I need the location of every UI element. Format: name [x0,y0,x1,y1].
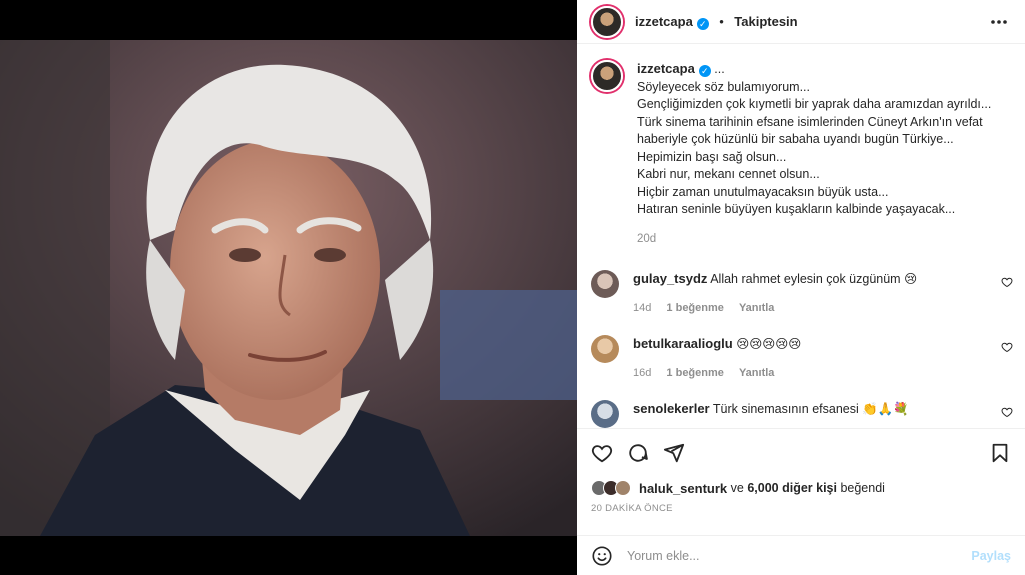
comment-time[interactable]: 14d [633,302,651,314]
caption-username[interactable]: izzetcapa [637,61,695,76]
post-actions: haluk_senturk ve 6,000 diğer kişi beğend… [577,428,1025,517]
reply-button[interactable]: Yanıtla [739,302,774,314]
caption-avatar[interactable] [591,60,623,92]
caption-time[interactable]: 20d [637,231,1011,249]
post-photo[interactable] [0,40,577,536]
comment-item: betulkaraalioglu 😢😢😢😢😢 16d 1 beğenme Yan… [577,335,1025,382]
comment-body: gulay_tsydz Allah rahmet eylesin çok üzg… [633,270,917,317]
author-avatar[interactable] [591,5,623,38]
comment-likes[interactable]: 1 beğenme [666,302,723,314]
comment-likes[interactable]: 1 beğenme [666,367,723,379]
comment-meta: 14d 1 beğenme Yanıtla [633,300,917,317]
add-comment-bar: Paylaş [577,535,1025,575]
comment-time[interactable]: 16d [633,367,651,379]
post-header: izzetcapa ✓ • Takiptesin [577,0,1025,44]
comment-body: betulkaraalioglu 😢😢😢😢😢 16d 1 beğenme Yan… [633,335,801,382]
reply-button[interactable]: Yanıtla [739,367,774,379]
first-liker-username[interactable]: haluk_senturk [639,481,727,496]
caption-title: ... [714,62,725,76]
comment-text: Türk sinemasının efsanesi 👏🙏💐 [712,402,909,416]
comment-body: senolekerler Türk sinemasının efsanesi 👏… [633,400,909,428]
heart-icon[interactable] [1001,341,1013,353]
share-plane-icon[interactable] [663,442,685,464]
comment-item: gulay_tsydz Allah rahmet eylesin çok üzg… [577,270,1025,317]
separator-dot: • [719,13,724,29]
comment-item: senolekerler Türk sinemasının efsanesi 👏… [577,400,1025,428]
ellipsis-icon[interactable] [989,12,1009,38]
emoji-smile-icon[interactable] [591,545,613,567]
commenter-avatar[interactable] [591,270,619,298]
likes-summary: haluk_senturk ve 6,000 diğer kişi beğend… [577,477,1025,499]
comment-input[interactable] [627,548,972,563]
commenter-avatar[interactable] [591,400,619,428]
posted-ago[interactable]: 20 DAKİKA ÖNCE [577,499,1025,517]
caption-line: Türk sinema tarihinin efsane isimlerinde… [637,114,983,147]
portrait-illustration [0,40,577,536]
post-comment-button[interactable]: Paylaş [971,549,1011,563]
comment-bubble-icon[interactable] [627,442,649,464]
caption-line: Hepimizin başı sağ olsun... [637,149,787,164]
likes-connector: ve [730,481,744,495]
comments-scroll-area[interactable]: izzetcapa ✓ ... Söyleyecek söz bulamıyoru… [577,44,1025,428]
following-button[interactable]: Takiptesin [734,14,797,29]
commenter-username[interactable]: senolekerler [633,401,710,416]
like-heart-icon[interactable] [591,442,613,464]
caption-line: Hiçbir zaman unutulmayacaksın büyük usta… [637,184,889,199]
caption-line: Hatıran seninle büyüyen kuşakların kalbi… [637,202,956,216]
action-icons [577,429,1025,477]
heart-icon[interactable] [1001,276,1013,288]
commenter-avatar[interactable] [591,335,619,363]
caption: izzetcapa ✓ ... Söyleyecek söz bulamıyoru… [577,44,1025,248]
bookmark-icon[interactable] [989,442,1011,464]
comment-text: 😢😢😢😢😢 [736,337,802,351]
instagram-post-modal: izzetcapa ✓ • Takiptesin izzetcapa ✓ ... S… [0,0,1025,575]
commenter-username[interactable]: betulkaraalioglu [633,336,733,351]
caption-body: izzetcapa ✓ ... Söyleyecek söz bulamıyoru… [637,60,1011,248]
author-info: izzetcapa ✓ • Takiptesin [635,13,798,31]
caption-line: Gençliğimizden çok kıymetli bir yaprak d… [637,97,992,111]
commenter-username[interactable]: gulay_tsydz [633,271,707,286]
comment-meta: 16d 1 beğenme Yanıtla [633,365,801,382]
verified-badge-icon: ✓ [698,65,711,77]
author-username[interactable]: izzetcapa [635,14,693,29]
post-media [0,0,577,575]
heart-icon[interactable] [1001,406,1013,418]
caption-line: Kabri nur, mekanı cennet olsun... [637,167,820,181]
verified-badge-icon: ✓ [696,17,709,30]
comment-text: Allah rahmet eylesin çok üzgünüm 😢 [710,272,918,286]
post-side-panel: izzetcapa ✓ • Takiptesin izzetcapa ✓ ... S… [577,0,1025,575]
other-likers[interactable]: 6,000 diğer kişi [747,481,837,495]
caption-line: Söyleyecek söz bulamıyorum... [637,79,810,94]
liker-avatars[interactable] [591,480,631,496]
likes-suffix: beğendi [840,481,885,495]
